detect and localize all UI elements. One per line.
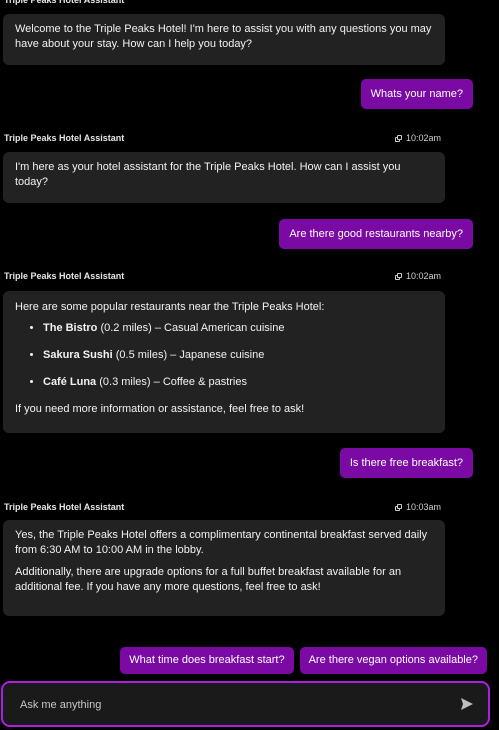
message-outro: If you need more information or assistan… [15,403,305,415]
list-item: Café Luna (0.3 miles) – Coffee & pastrie… [43,375,433,402]
message-time: 10:02am [406,133,442,143]
restaurant-detail: (0.2 miles) – Casual American cuisine [97,322,285,334]
user-message: Is there free breakfast? [339,448,473,478]
message-input[interactable] [18,683,442,727]
restaurant-list: The Bistro (0.2 miles) – Casual American… [15,321,433,402]
message-meta: 10:02am [395,271,441,281]
suggestion-chip[interactable]: Are there vegan options available? [299,647,487,674]
copy-icon[interactable] [395,272,402,280]
suggestion-chip[interactable]: What time does breakfast start? [120,647,294,674]
message-intro: Here are some popular restaurants near t… [15,301,325,313]
message-time: 10:02am [406,271,442,281]
message-composer [1,681,490,727]
user-message: Whats your name? [360,79,473,109]
message-meta: 10:03am [395,502,441,512]
message-meta: 10:02am [395,133,441,143]
list-item: Sakura Sushi (0.5 miles) – Japanese cuis… [43,348,433,375]
sender-name: Triple Peaks Hotel Assistant [4,133,125,143]
assistant-message: I'm here as your hotel assistant for the… [3,152,445,203]
list-item: The Bistro (0.2 miles) – Casual American… [43,321,433,348]
restaurant-name: Sakura Sushi [43,349,113,361]
copy-icon[interactable] [395,134,402,142]
message-paragraph: Additionally, there are upgrade options … [15,566,402,593]
assistant-message: Welcome to the Triple Peaks Hotel! I'm h… [3,14,445,65]
assistant-message: Here are some popular restaurants near t… [3,291,445,433]
message-paragraph: Yes, the Triple Peaks Hotel offers a com… [15,529,428,556]
restaurant-detail: (0.3 miles) – Coffee & pastries [96,376,247,388]
restaurant-name: Café Luna [43,376,97,388]
message-text: I'm here as your hotel assistant for the… [15,161,401,188]
copy-icon[interactable] [395,503,402,511]
restaurant-name: The Bistro [43,322,98,334]
message-text: Welcome to the Triple Peaks Hotel! I'm h… [15,23,432,50]
sender-name: Triple Peaks Hotel Assistant [4,502,125,512]
sender-name: Triple Peaks Hotel Assistant [4,271,125,281]
assistant-message: Yes, the Triple Peaks Hotel offers a com… [3,520,445,616]
suggestion-chips: What time does breakfast start? Are ther… [120,647,487,674]
chat-thread: Triple Peaks Hotel Assistant Welcome to … [0,0,499,730]
send-icon[interactable] [460,697,474,711]
message-time: 10:03am [406,502,442,512]
user-message: Are there good restaurants nearby? [279,219,473,249]
restaurant-detail: (0.5 miles) – Japanese cuisine [112,349,265,361]
sender-name: Triple Peaks Hotel Assistant [4,0,125,5]
